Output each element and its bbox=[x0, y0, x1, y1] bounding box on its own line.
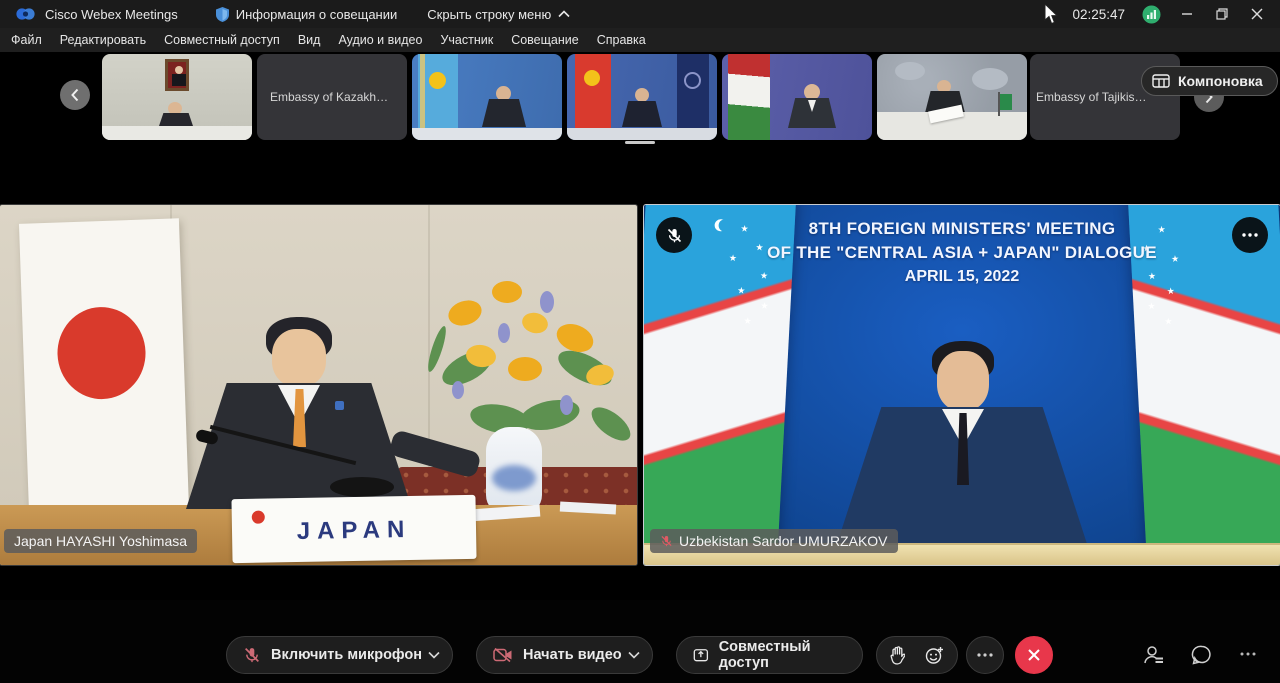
name-tag-japan: Japan HAYASHI Yoshimasa bbox=[4, 529, 197, 553]
hide-menu-button[interactable]: Скрыть строку меню bbox=[427, 7, 570, 22]
japan-desk-plate: JAPAN bbox=[231, 495, 476, 563]
menu-view[interactable]: Вид bbox=[289, 28, 330, 52]
share-screen-icon bbox=[693, 646, 709, 664]
webex-logo bbox=[16, 7, 36, 21]
participants-icon bbox=[1142, 644, 1165, 666]
participant-thumbnail-4[interactable] bbox=[567, 54, 717, 140]
filmstrip-scroll-left-button[interactable] bbox=[60, 80, 90, 110]
mic-off-icon bbox=[666, 227, 683, 244]
more-options-button[interactable] bbox=[966, 636, 1004, 674]
tajikistan-flag bbox=[728, 54, 770, 140]
share-content-button[interactable]: Совместный доступ bbox=[676, 636, 863, 674]
mic-off-icon bbox=[660, 534, 673, 548]
muted-indicator-chip bbox=[656, 217, 692, 253]
desk-plate-label: JAPAN bbox=[232, 515, 476, 547]
smiley-plus-icon bbox=[925, 646, 944, 665]
reactions-button[interactable] bbox=[925, 646, 944, 665]
participant-thumbnail-6[interactable] bbox=[877, 54, 1027, 140]
meeting-clock: 02:25:47 bbox=[1072, 7, 1125, 22]
chevron-down-icon bbox=[428, 651, 440, 659]
start-video-button[interactable]: Начать видео bbox=[476, 636, 653, 674]
menu-edit[interactable]: Редактировать bbox=[51, 28, 155, 52]
raise-hand-icon bbox=[890, 646, 905, 665]
connection-quality-icon[interactable] bbox=[1142, 5, 1161, 24]
unmute-button[interactable]: Включить микрофон bbox=[226, 636, 453, 674]
webex-window: Cisco Webex Meetings Информация о совеща… bbox=[0, 0, 1280, 683]
menu-meeting[interactable]: Совещание bbox=[502, 28, 588, 52]
layout-button[interactable]: Компоновка bbox=[1141, 66, 1278, 96]
title-bar: Cisco Webex Meetings Информация о совеща… bbox=[0, 0, 1280, 28]
participant-name-label: Embassy of Tajikistan bbox=[1030, 90, 1154, 104]
minimize-button[interactable] bbox=[1178, 5, 1196, 23]
active-speaker-indicator bbox=[625, 141, 655, 144]
close-x-icon bbox=[1027, 648, 1041, 662]
menu-bar: Файл Редактировать Совместный доступ Вид… bbox=[0, 28, 1280, 52]
participant-name-label: Embassy of Kazakhstan bbox=[264, 90, 400, 104]
participant-thumbnail-3[interactable] bbox=[412, 54, 562, 140]
mouse-cursor bbox=[1044, 4, 1059, 25]
hide-menu-label: Скрыть строку меню bbox=[427, 7, 551, 22]
more-panels-button[interactable] bbox=[1240, 652, 1256, 656]
wall-portrait bbox=[165, 59, 189, 91]
ellipsis-icon bbox=[1242, 233, 1258, 237]
video-options-chevron[interactable] bbox=[628, 651, 640, 659]
main-stage: JAPAN Japan HAYASHI Yoshimasa 8TH FOREIG… bbox=[0, 147, 1280, 600]
raise-hand-button[interactable] bbox=[890, 646, 905, 665]
menu-help[interactable]: Справка bbox=[588, 28, 655, 52]
control-bar: Включить микрофон Начать видео bbox=[0, 600, 1280, 683]
menu-participant[interactable]: Участник bbox=[431, 28, 502, 52]
close-button[interactable] bbox=[1248, 5, 1266, 23]
participant-thumbnail-1[interactable] bbox=[102, 54, 252, 140]
turkmenistan-desk-flag bbox=[1000, 94, 1012, 110]
chat-panel-button[interactable] bbox=[1191, 644, 1213, 666]
ellipsis-icon bbox=[1240, 652, 1256, 656]
start-video-label: Начать видео bbox=[523, 647, 622, 663]
meeting-info-button[interactable]: Информация о совещании bbox=[216, 7, 398, 22]
participant-thumbnail-2[interactable]: Embassy of Kazakhstan bbox=[257, 54, 407, 140]
mic-off-icon bbox=[243, 645, 261, 665]
camera-off-icon bbox=[493, 647, 513, 663]
video-options-button[interactable] bbox=[1232, 217, 1268, 253]
participants-panel-button[interactable] bbox=[1142, 644, 1165, 666]
restore-button[interactable] bbox=[1213, 5, 1231, 23]
menu-share[interactable]: Совместный доступ bbox=[155, 28, 289, 52]
lapel-pin bbox=[335, 401, 344, 410]
unmute-label: Включить микрофон bbox=[271, 647, 422, 663]
reactions-pill bbox=[876, 636, 958, 674]
ellipsis-icon bbox=[977, 653, 993, 657]
app-title: Cisco Webex Meetings bbox=[45, 7, 178, 22]
layout-button-label: Компоновка bbox=[1178, 73, 1263, 89]
video-feed-japan[interactable]: JAPAN Japan HAYASHI Yoshimasa bbox=[0, 205, 637, 565]
menu-audio-video[interactable]: Аудио и видео bbox=[329, 28, 431, 52]
share-label: Совместный доступ bbox=[719, 639, 846, 671]
menu-file[interactable]: Файл bbox=[2, 28, 51, 52]
chevron-up-icon bbox=[558, 10, 570, 18]
shield-icon bbox=[216, 7, 229, 22]
name-tag-uzbekistan: Uzbekistan Sardor UMURZAKOV bbox=[650, 529, 898, 553]
audio-options-chevron[interactable] bbox=[428, 651, 440, 659]
participant-filmstrip: Embassy of Kazakhstan bbox=[0, 52, 1280, 147]
japan-flag bbox=[19, 218, 189, 515]
meeting-info-label: Информация о совещании bbox=[236, 7, 398, 22]
chevron-down-icon bbox=[628, 651, 640, 659]
grid-icon bbox=[1152, 74, 1170, 88]
leave-meeting-button[interactable] bbox=[1015, 636, 1053, 674]
chat-bubble-icon bbox=[1191, 644, 1213, 666]
participant-thumbnail-5[interactable] bbox=[722, 54, 872, 140]
backdrop-banner: 8TH FOREIGN MINISTERS' MEETING OF THE "C… bbox=[692, 217, 1232, 288]
video-feed-uzbekistan[interactable]: 8TH FOREIGN MINISTERS' MEETING OF THE "C… bbox=[644, 205, 1280, 565]
vase bbox=[486, 427, 542, 515]
